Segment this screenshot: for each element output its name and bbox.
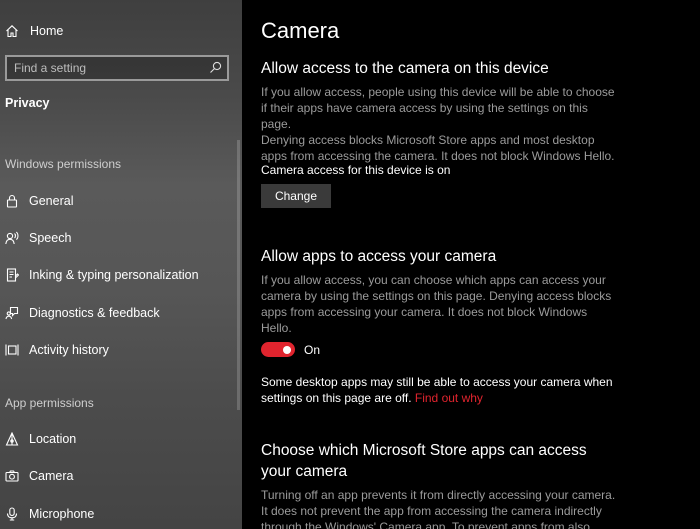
description-line: It does not prevent the app from accessi… — [261, 504, 602, 518]
sidebar-item-label: Inking & typing personalization — [29, 268, 199, 282]
activity-icon — [5, 343, 19, 357]
page-title: Camera — [261, 18, 340, 43]
lock-icon — [5, 194, 19, 208]
heading-line: Choose which Microsoft Store apps can ac… — [261, 442, 587, 459]
section-title: Privacy — [5, 96, 50, 110]
main-content: Camera Allow access to the camera on thi… — [242, 0, 700, 529]
heading-line: your camera — [261, 463, 348, 480]
sidebar-item-general[interactable]: General — [0, 186, 240, 216]
description-line: If you allow access, people using this d… — [261, 85, 615, 99]
search-icon[interactable] — [209, 61, 222, 74]
sidebar-item-label: Microphone — [29, 507, 95, 521]
windows-permissions-header: Windows permissions — [5, 157, 122, 171]
description-line: Turning off an app prevents it from dire… — [261, 488, 616, 502]
note-line: Some desktop apps may still be able to a… — [261, 375, 613, 389]
sidebar-item-camera[interactable]: Camera — [0, 461, 240, 491]
note-line: settings on this page are off. Find out … — [261, 390, 641, 406]
camera-icon — [5, 469, 19, 483]
description-line: camera by using the settings on this pag… — [261, 289, 612, 303]
sidebar-item-diagnostics-feedback[interactable]: Diagnostics & feedback — [0, 298, 240, 328]
desktop-apps-note: Some desktop apps may still be able to a… — [261, 374, 641, 406]
location-icon — [5, 432, 19, 446]
microphone-icon — [5, 507, 19, 521]
home-icon — [5, 24, 19, 38]
store-apps-heading: Choose which Microsoft Store apps can ac… — [261, 440, 621, 482]
device-access-description: If you allow access, people using this d… — [261, 84, 621, 164]
sidebar-item-microphone[interactable]: Microphone — [0, 499, 240, 529]
find-out-why-link[interactable]: Find out why — [415, 391, 483, 405]
description-line: apps from accessing your camera. It does… — [261, 305, 588, 335]
app-access-heading: Allow apps to access your camera — [261, 248, 497, 265]
description-line: if their apps have camera access by usin… — [261, 101, 588, 131]
device-access-heading: Allow access to the camera on this devic… — [261, 60, 549, 77]
toggle-knob — [283, 345, 291, 354]
description-line: through the Windows' Camera app. To prev… — [261, 520, 590, 529]
sidebar-item-inking-typing[interactable]: Inking & typing personalization — [0, 260, 240, 290]
sidebar-item-label: Speech — [29, 231, 72, 245]
device-access-status: Camera access for this device is on — [261, 163, 451, 177]
description-line: Denying access blocks Microsoft Store ap… — [261, 133, 595, 147]
sidebar-item-activity-history[interactable]: Activity history — [0, 335, 240, 365]
sidebar-item-speech[interactable]: Speech — [0, 223, 240, 253]
sidebar: Home Privacy Windows permissions General… — [0, 0, 242, 529]
sidebar-item-label: Camera — [29, 469, 74, 483]
app-access-description: If you allow access, you can choose whic… — [261, 272, 621, 336]
change-button[interactable]: Change — [261, 184, 331, 208]
inking-icon — [5, 268, 19, 282]
store-apps-description: Turning off an app prevents it from dire… — [261, 487, 641, 529]
sidebar-item-label: Location — [29, 432, 77, 446]
toggle-state-label: On — [304, 343, 321, 357]
note-text: settings on this page are off. — [261, 391, 412, 405]
home-link[interactable]: Home — [0, 16, 240, 46]
sidebar-item-label: Activity history — [29, 343, 109, 357]
feedback-icon — [5, 306, 19, 320]
app-permissions-header: App permissions — [5, 396, 94, 410]
sidebar-item-label: Diagnostics & feedback — [29, 306, 160, 320]
sidebar-item-label: General — [29, 194, 74, 208]
description-line: If you allow access, you can choose whic… — [261, 273, 606, 287]
app-access-toggle[interactable] — [261, 342, 295, 357]
home-label: Home — [30, 24, 64, 38]
sidebar-item-location[interactable]: Location — [0, 424, 240, 454]
search-box[interactable] — [5, 55, 229, 81]
search-input[interactable] — [14, 57, 204, 79]
speech-icon — [5, 231, 19, 245]
